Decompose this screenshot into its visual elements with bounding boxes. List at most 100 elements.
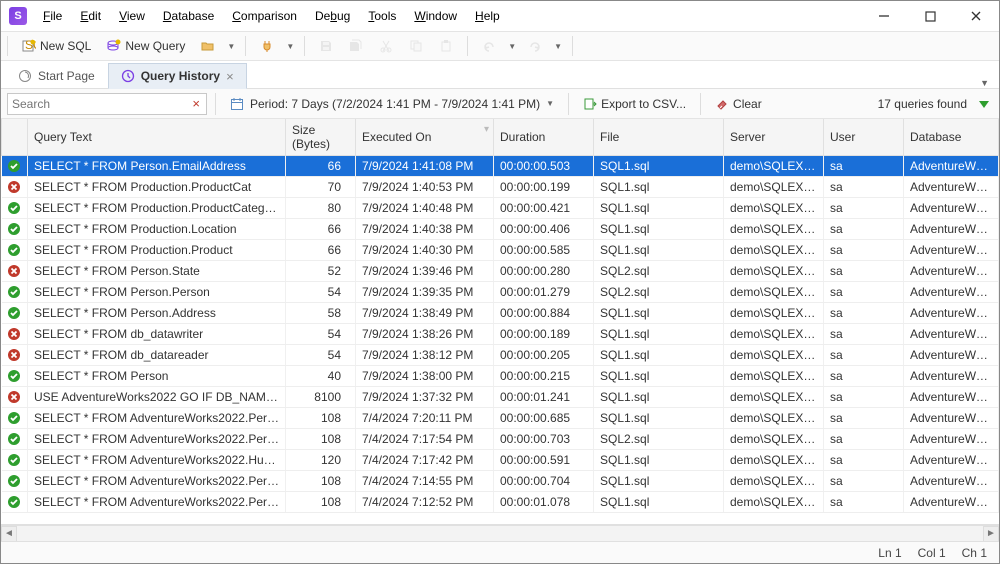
table-row[interactable]: SELECT * FROM AdventureWorks2022.Person.…	[2, 492, 999, 513]
table-row[interactable]: SELECT * FROM Person.Person547/9/2024 1:…	[2, 282, 999, 303]
menu-database[interactable]: Database	[155, 5, 222, 27]
status-col: Col 1	[918, 546, 946, 560]
col-status[interactable]	[2, 119, 28, 156]
dropdown-icon[interactable]: ▼	[225, 42, 237, 51]
export-icon	[583, 97, 597, 111]
scroll-left-icon[interactable]: ◄	[1, 526, 17, 542]
menu-help[interactable]: Help	[467, 5, 508, 27]
table-row[interactable]: SELECT * FROM Person407/9/2024 1:38:00 P…	[2, 366, 999, 387]
table-row[interactable]: SELECT * FROM AdventureWorks2022.HumanRe…	[2, 450, 999, 471]
cell-duration: 00:00:00.406	[494, 219, 594, 240]
column-filter-icon[interactable]: ▾	[484, 124, 489, 135]
table-row[interactable]: SELECT * FROM Production.ProductCat707/9…	[2, 177, 999, 198]
tab-query-history[interactable]: Query History ×	[108, 63, 247, 89]
clear-search-icon[interactable]: ×	[190, 96, 202, 111]
table-row[interactable]: SELECT * FROM Production.Location667/9/2…	[2, 219, 999, 240]
menu-window[interactable]: Window	[406, 5, 465, 27]
tabs-overflow-icon[interactable]: ▼	[970, 78, 999, 88]
table-row[interactable]: USE AdventureWorks2022 GO IF DB_NAME() <…	[2, 387, 999, 408]
paste-button[interactable]	[433, 36, 459, 56]
cell-server: demo\SQLEXPR...	[724, 177, 824, 198]
cell-database: AdventureWork...	[904, 240, 999, 261]
cell-database: AdventureWork...	[904, 366, 999, 387]
col-server[interactable]: Server	[724, 119, 824, 156]
menu-view[interactable]: View	[111, 5, 153, 27]
col-query[interactable]: Query Text	[28, 119, 286, 156]
col-executed[interactable]: Executed On▾	[356, 119, 494, 156]
cell-executed: 7/4/2024 7:17:54 PM	[356, 429, 494, 450]
window-minimize-button[interactable]	[861, 1, 907, 31]
new-query-button[interactable]: New Query	[101, 36, 191, 56]
col-database[interactable]: Database	[904, 119, 999, 156]
menu-tools[interactable]: Tools	[360, 5, 404, 27]
col-user[interactable]: User	[824, 119, 904, 156]
cell-size: 40	[286, 366, 356, 387]
table-row[interactable]: SELECT * FROM db_datareader547/9/2024 1:…	[2, 345, 999, 366]
table-row[interactable]: SELECT * FROM Production.Product667/9/20…	[2, 240, 999, 261]
search-input[interactable]	[12, 97, 190, 111]
cell-server: demo\SQLEXPR...	[724, 387, 824, 408]
undo-icon	[482, 39, 496, 53]
col-duration[interactable]: Duration	[494, 119, 594, 156]
cell-duration: 00:00:00.585	[494, 240, 594, 261]
save-all-button[interactable]	[343, 36, 369, 56]
table-row[interactable]: SELECT * FROM AdventureWorks2022.Person.…	[2, 471, 999, 492]
scroll-right-icon[interactable]: ►	[983, 526, 999, 542]
copy-button[interactable]	[403, 36, 429, 56]
cell-user: sa	[824, 345, 904, 366]
clear-label: Clear	[733, 97, 762, 111]
clear-history-button[interactable]: Clear	[709, 94, 768, 114]
table-row[interactable]: SELECT * FROM db_datawriter547/9/2024 1:…	[2, 324, 999, 345]
new-sql-button[interactable]: SQL✦ New SQL	[16, 36, 97, 56]
dropdown-icon[interactable]: ▼	[284, 42, 296, 51]
cell-database: AdventureWork...	[904, 177, 999, 198]
menu-debug[interactable]: Debug	[307, 5, 358, 27]
table-row[interactable]: SELECT * FROM Person.Address587/9/2024 1…	[2, 303, 999, 324]
open-button[interactable]	[195, 36, 221, 56]
period-picker[interactable]: Period: 7 Days (7/2/2024 1:41 PM - 7/9/2…	[224, 95, 560, 113]
cell-size: 54	[286, 282, 356, 303]
dropdown-icon[interactable]: ▼	[552, 42, 564, 51]
cell-server: demo\SQLEXPR...	[724, 450, 824, 471]
window-maximize-button[interactable]	[907, 1, 953, 31]
cell-query: SELECT * FROM Person.Person	[28, 282, 286, 303]
tab-close-icon[interactable]: ×	[226, 70, 234, 83]
col-file[interactable]: File	[594, 119, 724, 156]
save-button[interactable]	[313, 36, 339, 56]
cell-database: AdventureWork...	[904, 492, 999, 513]
cell-user: sa	[824, 387, 904, 408]
tab-label: Start Page	[38, 69, 95, 83]
cell-query: SELECT * FROM db_datawriter	[28, 324, 286, 345]
cell-user: sa	[824, 282, 904, 303]
status-icon	[2, 282, 28, 303]
dropdown-icon[interactable]: ▼	[506, 42, 518, 51]
table-row[interactable]: SELECT * FROM AdventureWorks2022.Person.…	[2, 429, 999, 450]
cell-file: SQL1.sql	[594, 303, 724, 324]
cut-button[interactable]	[373, 36, 399, 56]
horizontal-scrollbar[interactable]: ◄ ►	[1, 525, 999, 541]
table-row[interactable]: SELECT * FROM Person.State527/9/2024 1:3…	[2, 261, 999, 282]
menu-edit[interactable]: Edit	[72, 5, 109, 27]
col-size[interactable]: Size (Bytes)	[286, 119, 356, 156]
menu-file[interactable]: File	[35, 5, 70, 27]
status-icon	[2, 324, 28, 345]
tab-start-page[interactable]: Start Page	[5, 63, 108, 88]
cell-size: 54	[286, 345, 356, 366]
undo-button[interactable]	[476, 36, 502, 56]
apply-filter-icon[interactable]	[975, 95, 993, 113]
main-menu: FileEditViewDatabaseComparisonDebugTools…	[35, 5, 508, 27]
cell-user: sa	[824, 408, 904, 429]
window-close-button[interactable]	[953, 1, 999, 31]
cell-size: 80	[286, 198, 356, 219]
menu-comparison[interactable]: Comparison	[224, 5, 305, 27]
cell-user: sa	[824, 366, 904, 387]
connection-button[interactable]	[254, 36, 280, 56]
export-csv-button[interactable]: Export to CSV...	[577, 94, 692, 114]
table-row[interactable]: SELECT * FROM Person.EmailAddress667/9/2…	[2, 156, 999, 177]
redo-button[interactable]	[522, 36, 548, 56]
cell-executed: 7/4/2024 7:14:55 PM	[356, 471, 494, 492]
cell-user: sa	[824, 156, 904, 177]
table-row[interactable]: SELECT * FROM AdventureWorks2022.Person.…	[2, 408, 999, 429]
cell-duration: 00:00:00.503	[494, 156, 594, 177]
table-row[interactable]: SELECT * FROM Production.ProductCategory…	[2, 198, 999, 219]
